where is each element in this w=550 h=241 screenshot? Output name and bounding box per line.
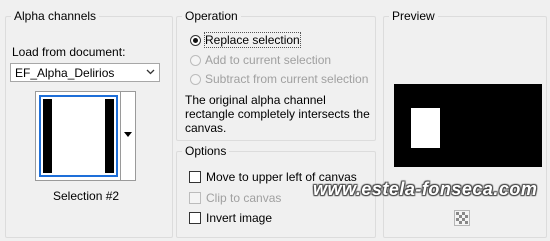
preview-title: Preview xyxy=(392,9,435,23)
document-combo-value: EF_Alpha_Delirios xyxy=(15,66,115,80)
thumbnail-dropdown-button[interactable] xyxy=(121,91,136,181)
checkbox-indicator xyxy=(189,212,201,224)
options-title: Options xyxy=(185,144,227,158)
invert-image-checkbox[interactable]: Invert image xyxy=(189,210,272,226)
checkbox-indicator xyxy=(189,192,201,204)
checkbox-indicator xyxy=(189,171,201,183)
preview-canvas xyxy=(394,84,542,167)
clip-to-canvas-checkbox[interactable]: Clip to canvas xyxy=(189,190,281,206)
thumbnail-right-bar xyxy=(105,99,114,173)
subtract-from-selection-label: Subtract from current selection xyxy=(205,72,369,86)
document-combo[interactable]: EF_Alpha_Delirios xyxy=(10,63,160,82)
selection-thumbnail-picker[interactable] xyxy=(35,91,121,181)
watermark-text: www.estela-fonseca.com xyxy=(313,179,538,199)
radio-indicator xyxy=(190,54,201,66)
load-selection-dialog: Alpha channels Load from document: EF_Al… xyxy=(0,0,550,241)
preview-selection-area xyxy=(411,108,440,148)
radio-indicator xyxy=(190,73,201,85)
radio-indicator xyxy=(190,34,201,46)
chevron-down-icon xyxy=(146,69,155,75)
clip-to-canvas-label: Clip to canvas xyxy=(206,191,282,205)
triangle-down-icon xyxy=(124,132,132,137)
selection-thumbnail xyxy=(39,95,118,177)
alpha-channels-title: Alpha channels xyxy=(14,9,97,23)
subtract-from-selection-radio[interactable]: Subtract from current selection xyxy=(190,71,368,87)
intersection-info-text: The original alpha channel rectangle com… xyxy=(185,93,370,135)
thumbnail-left-bar xyxy=(43,99,52,173)
replace-selection-label: Replace selection xyxy=(204,32,301,48)
selection-name-label: Selection #2 xyxy=(53,189,120,203)
pan-preview-button[interactable] xyxy=(454,210,470,226)
checker-pan-icon xyxy=(456,212,468,224)
operation-title: Operation xyxy=(185,9,238,23)
replace-selection-radio[interactable]: Replace selection xyxy=(190,32,301,48)
load-from-document-label: Load from document: xyxy=(12,45,126,59)
add-to-selection-radio[interactable]: Add to current selection xyxy=(190,52,331,68)
add-to-selection-label: Add to current selection xyxy=(205,53,332,67)
invert-image-label: Invert image xyxy=(206,211,273,225)
